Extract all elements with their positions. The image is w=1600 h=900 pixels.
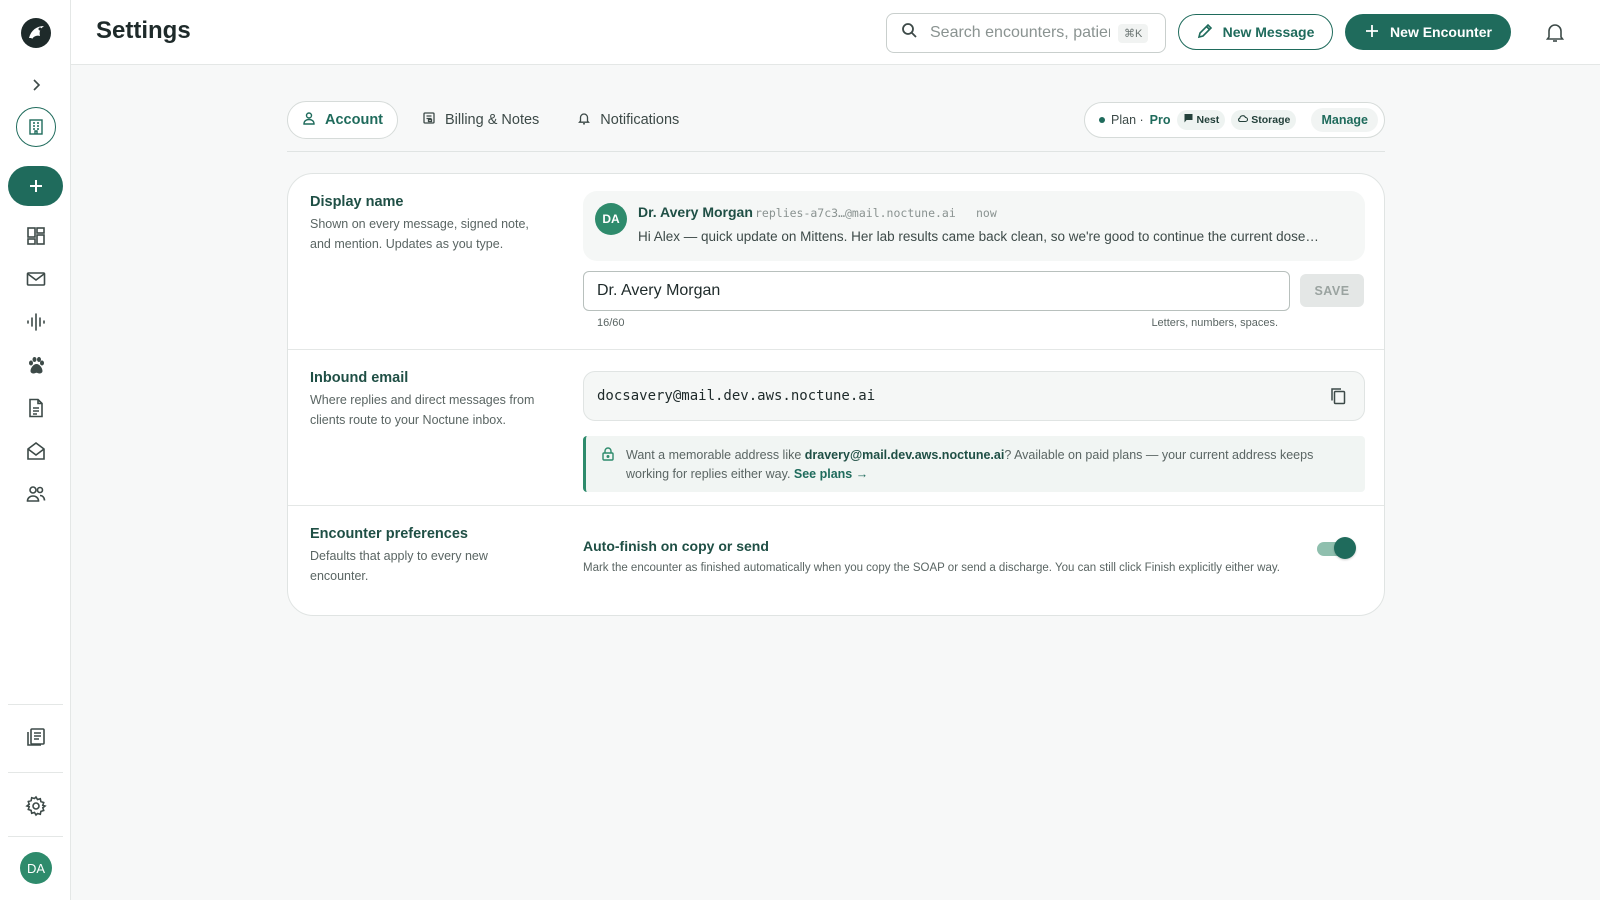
page-title: Settings <box>96 17 191 44</box>
top-bar: Settings ⌘K New Message New Encounter <box>71 0 1600 65</box>
tab-notifications[interactable]: Notifications <box>563 101 693 139</box>
notes-icon[interactable] <box>8 718 63 756</box>
gear-icon[interactable] <box>8 787 63 825</box>
custom-address-callout: Want a memorable address like dravery@ma… <box>583 436 1365 492</box>
search-icon <box>901 22 918 44</box>
tabs-divider <box>287 151 1385 152</box>
expand-sidebar-icon[interactable] <box>8 66 63 104</box>
tab-label: Notifications <box>600 112 680 128</box>
inbound-email-address: docsavery@mail.dev.aws.noctune.ai <box>597 388 876 404</box>
encounter-prefs-desc: Defaults that apply to every new encount… <box>310 549 488 583</box>
new-encounter-sidebar-button[interactable] <box>8 166 63 206</box>
toggle-knob <box>1334 537 1356 559</box>
callout-prefix: Want a memorable address like <box>626 448 805 462</box>
callout-text: Want a memorable address like dravery@ma… <box>626 446 1346 484</box>
open-mail-icon[interactable] <box>8 432 63 470</box>
tab-label: Billing & Notes <box>445 112 540 128</box>
sidebar-divider <box>8 772 63 773</box>
inbound-email-desc: Where replies and direct messages from c… <box>310 393 535 427</box>
auto-finish-desc: Mark the encounter as finished automatic… <box>583 562 1280 574</box>
plan-status-dot <box>1099 117 1105 123</box>
section-divider <box>288 505 1384 506</box>
search-input[interactable] <box>930 24 1110 42</box>
new-message-button[interactable]: New Message <box>1178 14 1333 50</box>
save-button[interactable]: SAVE <box>1300 274 1364 307</box>
storage-chip: Storage <box>1231 110 1297 130</box>
encounter-prefs-title: Encounter preferences <box>310 526 468 542</box>
see-plans-link[interactable]: See plans → <box>794 467 868 481</box>
dashboard-icon[interactable] <box>8 217 63 255</box>
user-avatar[interactable]: DA <box>20 852 52 884</box>
sidebar-divider <box>8 836 63 837</box>
logo-icon[interactable] <box>8 14 63 52</box>
plus-icon <box>1364 23 1380 42</box>
plan-tier: Pro <box>1149 113 1171 127</box>
plan-indicator: Plan · Pro Nest Storage Manage <box>1084 102 1385 138</box>
copy-icon[interactable] <box>1328 386 1348 406</box>
clinic-switcher-button[interactable] <box>8 107 63 147</box>
search-box[interactable]: ⌘K <box>886 13 1166 53</box>
receipt-icon <box>422 111 436 129</box>
people-icon[interactable] <box>8 475 63 513</box>
mail-icon[interactable] <box>8 260 63 298</box>
tab-billing-notes[interactable]: Billing & Notes <box>408 101 553 139</box>
manage-plan-button[interactable]: Manage <box>1311 108 1378 132</box>
display-name-title: Display name <box>310 194 404 210</box>
auto-finish-toggle[interactable] <box>1317 537 1356 559</box>
input-hint: Letters, numbers, spaces. <box>1151 317 1278 329</box>
search-shortcut-badge: ⌘K <box>1118 23 1149 43</box>
preview-sender-name: Dr. Avery Morgan <box>638 204 753 220</box>
display-name-desc: Shown on every message, signed note, and… <box>310 217 529 251</box>
person-icon <box>302 111 316 129</box>
example-address: dravery@mail.dev.aws.noctune.ai <box>804 448 1005 462</box>
display-name-input[interactable] <box>583 271 1290 311</box>
preview-timestamp: now <box>976 206 997 220</box>
document-icon[interactable] <box>8 389 63 427</box>
paw-icon[interactable] <box>8 346 63 384</box>
tab-account[interactable]: Account <box>287 101 398 139</box>
cloud-icon <box>1237 113 1249 127</box>
account-settings-card: Display name Shown on every message, sig… <box>287 173 1385 616</box>
pencil-icon <box>1197 23 1213 42</box>
avatar: DA <box>595 203 627 235</box>
bell-icon <box>577 111 591 129</box>
nest-chip: Nest <box>1176 110 1226 130</box>
auto-finish-title: Auto-finish on copy or send <box>583 538 769 554</box>
settings-tabs: Account Billing & Notes Notifications <box>287 101 693 139</box>
inbound-email-title: Inbound email <box>310 370 409 386</box>
sidebar-divider <box>8 704 63 705</box>
new-encounter-label: New Encounter <box>1390 24 1492 40</box>
section-divider <box>288 349 1384 350</box>
character-counter: 16/60 <box>597 317 625 329</box>
lock-icon <box>600 446 616 462</box>
building-icon <box>15 107 56 147</box>
notifications-bell-icon[interactable] <box>1543 20 1567 44</box>
new-message-label: New Message <box>1222 24 1315 40</box>
preview-sender-address: replies-a7c3…@mail.noctune.ai <box>755 206 956 220</box>
plan-label: Plan · <box>1111 113 1144 127</box>
preview-message-text: Hi Alex — quick update on Mittens. Her l… <box>638 229 1319 244</box>
flag-icon <box>1183 113 1194 127</box>
waveform-icon[interactable] <box>8 303 63 341</box>
tab-label: Account <box>325 112 383 128</box>
inbound-email-field: docsavery@mail.dev.aws.noctune.ai <box>583 371 1365 421</box>
message-preview: DA Dr. Avery Morgan replies-a7c3…@mail.n… <box>583 191 1365 261</box>
storage-chip-label: Storage <box>1251 114 1291 126</box>
nest-chip-label: Nest <box>1196 114 1220 126</box>
new-encounter-button[interactable]: New Encounter <box>1345 14 1511 50</box>
sidebar: DA <box>0 0 71 900</box>
